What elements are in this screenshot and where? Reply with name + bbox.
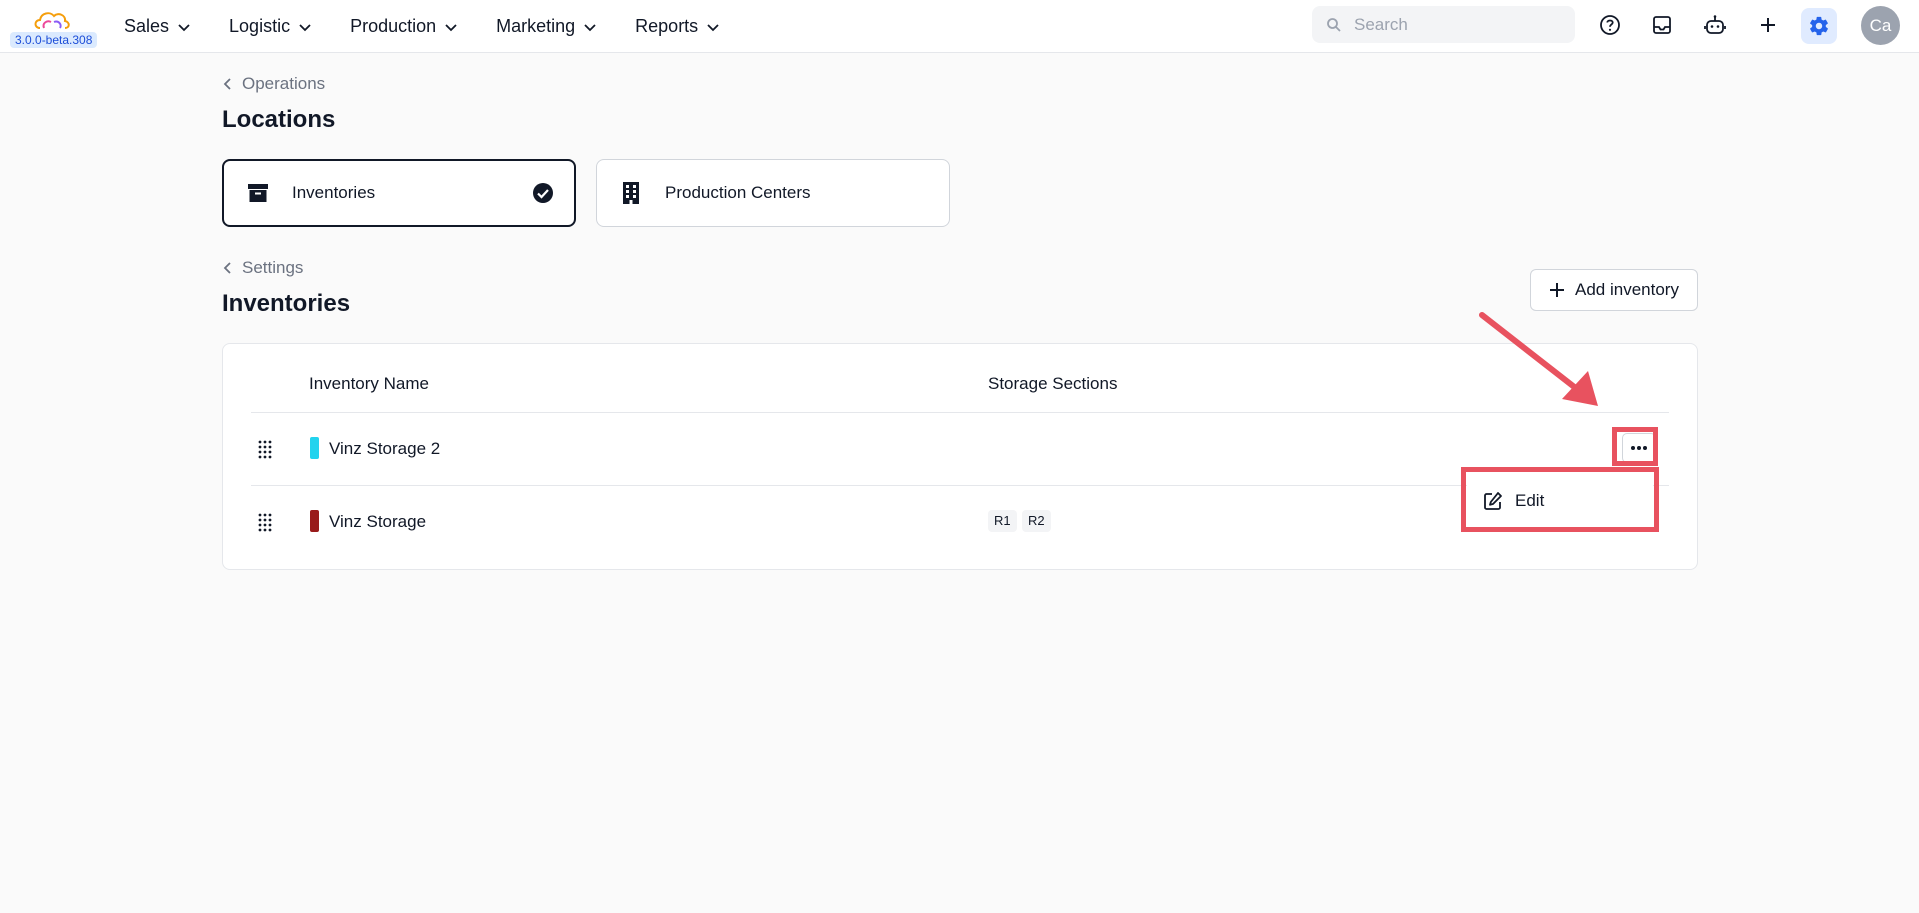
drag-handle-icon[interactable] (257, 439, 273, 459)
column-header-sections: Storage Sections (988, 374, 1118, 393)
inventory-name: Vinz Storage 2 (329, 439, 441, 458)
color-swatch (310, 437, 319, 459)
cloud-logo-icon (34, 12, 70, 29)
settings-button[interactable] (1801, 8, 1837, 44)
section-tag: R1 (988, 510, 1017, 532)
section-title: Inventories (222, 290, 351, 317)
search-box[interactable] (1312, 6, 1575, 43)
top-bar: 3.0.0-beta.308 Sales Logistic Production… (0, 0, 1919, 53)
robot-icon (1704, 15, 1726, 34)
app-logo[interactable]: 3.0.0-beta.308 (8, 6, 98, 48)
chevron-left-icon (223, 262, 231, 274)
edit-icon (1484, 492, 1502, 510)
inventories-table: Inventory Name Storage Sections Vinz Sto… (222, 343, 1698, 570)
search-input[interactable] (1352, 13, 1556, 36)
nav-production[interactable]: Production (350, 16, 458, 37)
nav-label: Logistic (229, 16, 291, 36)
nav-label: Reports (635, 16, 699, 36)
card-inventories[interactable]: Inventories (222, 159, 576, 227)
plus-icon (1761, 18, 1775, 32)
chevron-left-icon (223, 78, 231, 90)
chevron-down-icon (445, 23, 457, 31)
nav-reports[interactable]: Reports (635, 16, 720, 37)
card-label: Inventories (292, 183, 376, 202)
archive-icon (246, 181, 270, 205)
user-avatar[interactable]: Ca (1861, 6, 1900, 45)
edit-menu-item[interactable]: Edit (1467, 474, 1653, 528)
nav-marketing[interactable]: Marketing (496, 16, 597, 37)
create-button[interactable] (1755, 12, 1781, 38)
chevron-down-icon (178, 23, 190, 31)
page-title: Locations (222, 106, 336, 133)
breadcrumb-settings[interactable]: Settings (222, 258, 303, 278)
column-header-name: Inventory Name (309, 374, 429, 393)
inventory-name: Vinz Storage (329, 512, 427, 531)
building-icon (619, 181, 643, 205)
add-inventory-button[interactable]: Add inventory (1530, 269, 1698, 311)
chevron-down-icon (707, 23, 719, 31)
search-icon (1327, 17, 1341, 32)
section-tag: R2 (1022, 510, 1051, 532)
table-row[interactable]: Vinz Storage R1 R2 (251, 486, 1669, 558)
help-button[interactable] (1597, 12, 1623, 38)
card-label: Production Centers (665, 183, 811, 202)
edit-label: Edit (1515, 491, 1545, 510)
row-actions-button[interactable] (1622, 433, 1656, 463)
breadcrumb-label: Operations (242, 74, 326, 93)
chevron-down-icon (299, 23, 311, 31)
inbox-button[interactable] (1649, 12, 1675, 38)
add-inventory-label: Add inventory (1575, 280, 1679, 299)
breadcrumb-label: Settings (242, 258, 304, 277)
nav-label: Marketing (496, 16, 576, 36)
version-badge: 3.0.0-beta.308 (10, 32, 98, 48)
color-swatch (310, 510, 319, 532)
chevron-down-icon (584, 23, 596, 31)
assistant-button[interactable] (1702, 12, 1728, 38)
check-circle-icon (533, 183, 553, 203)
main-nav: Sales Logistic Production Marketing Repo… (124, 0, 758, 53)
plus-icon (1550, 283, 1565, 297)
drag-handle-icon[interactable] (257, 512, 273, 532)
table-row[interactable]: Vinz Storage 2 (251, 413, 1669, 485)
more-horizontal-icon (1631, 446, 1647, 450)
nav-label: Sales (124, 16, 170, 36)
gear-icon (1810, 16, 1828, 36)
card-production-centers[interactable]: Production Centers (596, 159, 950, 227)
breadcrumb-operations[interactable]: Operations (222, 74, 325, 94)
help-icon (1600, 15, 1620, 35)
inbox-icon (1653, 16, 1671, 34)
nav-label: Production (350, 16, 437, 36)
nav-sales[interactable]: Sales (124, 16, 191, 37)
nav-logistic[interactable]: Logistic (229, 16, 312, 37)
